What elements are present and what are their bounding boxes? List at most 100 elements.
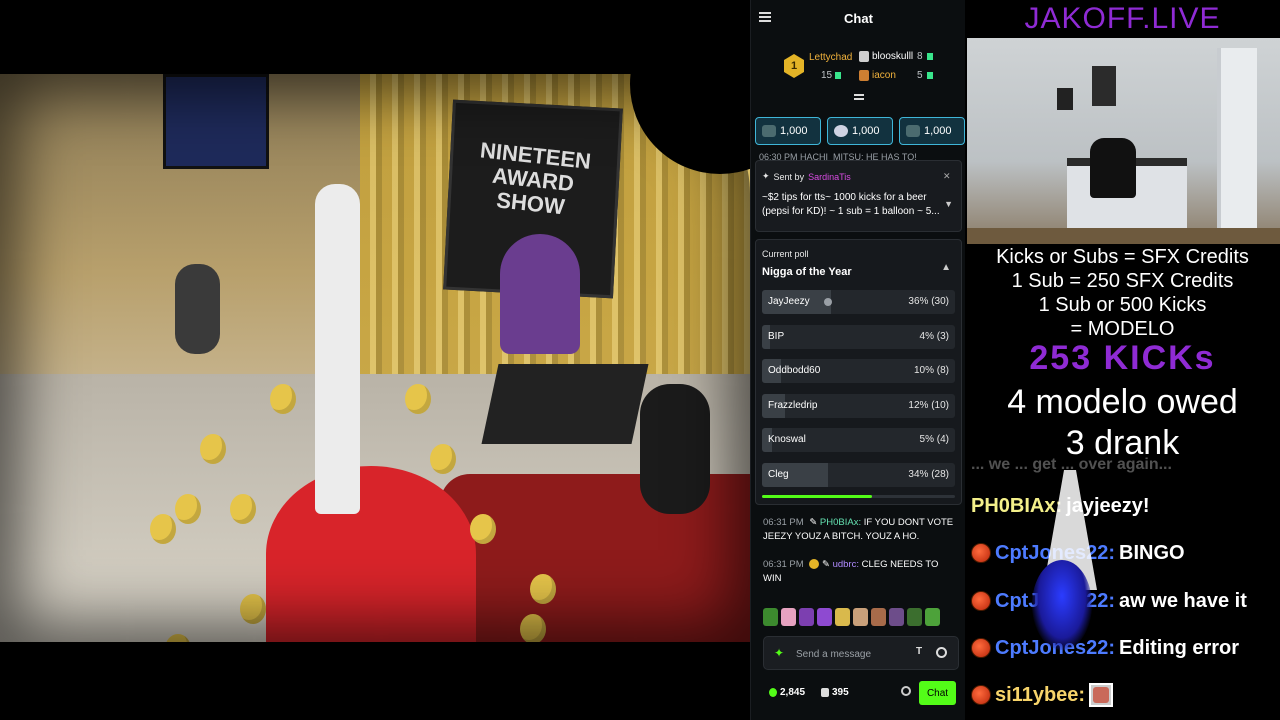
- chat-footer: 2,845 395 Chat: [763, 680, 963, 708]
- leaderboard-third-name: iacon: [872, 70, 896, 81]
- message-user[interactable]: PH0BIAx:: [820, 517, 861, 528]
- pinned-text: ~$2 tips for tts~ 1000 kicks for a beer …: [762, 192, 940, 217]
- leaderboard-second-count: 8: [917, 51, 923, 62]
- message-time: 06:31 PM: [763, 517, 804, 528]
- overlay-chat-line: CptJones22: Editing error: [971, 634, 1276, 662]
- emote-icon[interactable]: [799, 608, 814, 626]
- emote-icon[interactable]: [835, 608, 850, 626]
- overlay-chat-line: CptJones22: aw we have it: [971, 587, 1276, 615]
- shield-badge-icon: ✎: [821, 559, 830, 570]
- poll-option[interactable]: BIP 4% (3): [762, 324, 955, 349]
- message-user[interactable]: udbrc:: [833, 559, 859, 570]
- current-poll: Current poll Nigga of the Year ▲ JayJeez…: [755, 239, 962, 505]
- wall-poster: [1092, 66, 1116, 106]
- overlay-chat-line: PH0BIAx: jayjeezy!: [971, 492, 1276, 520]
- overlay-chat-text: BINGO: [1119, 541, 1185, 564]
- bedroom-camera-feed: [967, 38, 1280, 244]
- kick-gift-card[interactable]: 1,000: [755, 117, 821, 145]
- overlay-chat-line: CptJones22: BINGO: [971, 539, 1276, 567]
- message-time: 06:31 PM: [763, 559, 804, 570]
- poll-option-result: 34% (28): [908, 468, 949, 480]
- leaderboard-first-name: Lettychad: [809, 52, 853, 63]
- expand-leaderboard-icon[interactable]: [854, 94, 864, 104]
- emote-icon[interactable]: [871, 608, 886, 626]
- poll-option-name: Knoswal: [768, 434, 806, 445]
- site-title: JAKOFF.LIVE: [1024, 2, 1221, 35]
- gem-icon: [927, 53, 933, 60]
- emoji-icon[interactable]: [936, 647, 947, 658]
- leaderboard-second-name: blooskulll: [872, 51, 914, 62]
- overlay-chat-user: si11ybee:: [995, 683, 1086, 706]
- poll-option[interactable]: Cleg 34% (28): [762, 462, 955, 487]
- stream-overlay: JAKOFF.LIVE Kicks or Subs = SFX Credits …: [965, 0, 1280, 720]
- poll-option-result: 5% (4): [919, 434, 949, 445]
- rank-2-badge-icon: [859, 51, 869, 62]
- modelo-owed: 4 modelo owed: [1007, 383, 1238, 421]
- users-icon: [769, 688, 777, 697]
- poll-option-result: 4% (3): [919, 330, 949, 342]
- poll-option[interactable]: Frazzledrip 12% (10): [762, 393, 955, 418]
- kick-gift-amount: 1,000: [924, 125, 952, 137]
- sparkle-icon[interactable]: ✦: [774, 647, 786, 659]
- emote-icon[interactable]: [817, 608, 832, 626]
- gift-leaderboard[interactable]: 1 Lettychad 15 blooskulll 8 iacon 5: [751, 44, 966, 90]
- pinned-sender: SardinaTis: [808, 171, 851, 182]
- rule-line: 1 Sub or 500 Kicks: [1038, 294, 1207, 316]
- overlay-chat-line: si11ybee:: [971, 681, 1276, 709]
- sent-by-label: Sent by: [773, 171, 805, 182]
- shield-badge-icon: ✎: [809, 517, 818, 528]
- user-avatar: [971, 591, 991, 611]
- unpin-icon[interactable]: ✕: [943, 171, 953, 181]
- overlay-chat-text: aw we have it: [1119, 589, 1247, 612]
- verified-check-icon: [824, 298, 832, 306]
- emote-icon[interactable]: [925, 608, 940, 626]
- user-avatar: [971, 638, 991, 658]
- chat-header: Chat: [751, 0, 966, 36]
- chat-input-box: ✦ T: [763, 636, 959, 670]
- kick-gift-card[interactable]: 1,000: [899, 117, 965, 145]
- overlay-chat-text: Editing error: [1119, 636, 1240, 659]
- gem-icon: [927, 72, 933, 79]
- kick-gift-card[interactable]: 1,000: [827, 117, 893, 145]
- poll-label: Current poll: [762, 249, 809, 259]
- poll-option[interactable]: Knoswal 5% (4): [762, 428, 955, 452]
- pin-marker-icon: ✦: [762, 171, 770, 181]
- main-camera-feed: NINETEEN AWARD SHOW: [0, 74, 750, 642]
- chat-message-input[interactable]: [796, 645, 906, 663]
- emote-icon: [1089, 683, 1114, 707]
- coin-badge-icon: [809, 559, 820, 570]
- emote-icon[interactable]: [763, 608, 778, 626]
- poll-option[interactable]: JayJeezy 36% (30): [762, 290, 955, 314]
- poll-option[interactable]: Oddbodd60 10% (8): [762, 359, 955, 383]
- poll-option-name: Cleg: [768, 468, 789, 480]
- emote-icon[interactable]: [781, 608, 796, 626]
- pinned-message[interactable]: ✦ Sent by SardinaTis ✕ ~$2 tips for tts~…: [755, 160, 962, 232]
- rank-1-badge: 1: [784, 54, 804, 78]
- emote-row: [763, 608, 959, 628]
- rule-line: Kicks or Subs = SFX Credits: [996, 246, 1249, 268]
- kicks-counter: 253 KICKs: [1029, 339, 1216, 377]
- send-chat-button[interactable]: Chat: [919, 681, 956, 705]
- poll-option-name: JayJeezy: [768, 296, 810, 307]
- poll-option-result: 12% (10): [908, 399, 949, 411]
- viewers-stat: 2,845: [769, 687, 805, 698]
- leaderboard-third-count: 5: [917, 70, 923, 81]
- translate-icon[interactable]: T: [916, 646, 922, 657]
- emote-icon[interactable]: [853, 608, 868, 626]
- gaming-chair: [1090, 138, 1136, 198]
- gear-icon[interactable]: [901, 686, 911, 696]
- chevron-down-icon[interactable]: ▼: [944, 199, 953, 209]
- collapse-menu-icon[interactable]: [759, 12, 771, 22]
- mascot-blue-blob: [1032, 560, 1092, 650]
- kick-gift-icon: [834, 125, 848, 137]
- emote-icon[interactable]: [907, 608, 922, 626]
- poll-option-name: Frazzledrip: [768, 399, 818, 411]
- poll-option-name: BIP: [768, 330, 785, 342]
- rank-3-badge-icon: [859, 70, 869, 81]
- kick-gift-cards: 1,000 1,000 1,000: [755, 117, 965, 145]
- emote-icon[interactable]: [889, 608, 904, 626]
- stream-layout: NINETEEN AWARD SHOW Chat 1 Lettychad 15 …: [0, 0, 1280, 720]
- wall-poster: [1057, 88, 1073, 110]
- kick-gift-amount: 1,000: [780, 125, 808, 137]
- chevron-up-icon[interactable]: ▲: [941, 262, 951, 273]
